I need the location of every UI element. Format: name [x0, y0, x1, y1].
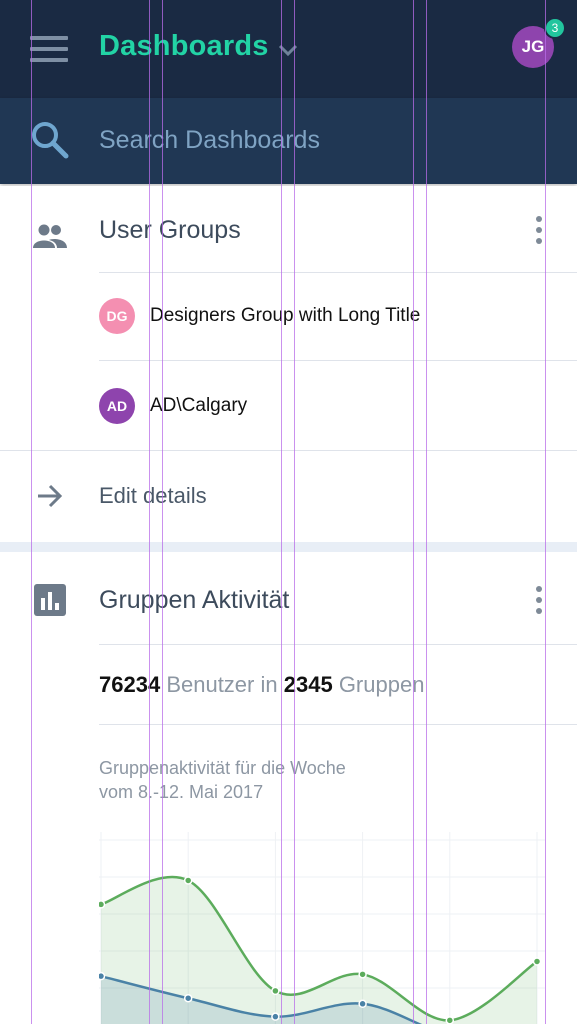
groups-label: Gruppen — [338, 672, 425, 697]
chart-subtitle-line: vom 8.-12. Mai 2017 — [99, 782, 264, 802]
list-item-group[interactable]: DG Designers Group with Long Title — [99, 272, 577, 360]
edit-details-label: Edit details — [99, 483, 207, 508]
chart-data-point — [358, 970, 367, 979]
more-options-icon[interactable] — [527, 214, 551, 248]
chart-data-point — [271, 1012, 280, 1021]
people-icon — [33, 224, 67, 248]
activity-title: Gruppen Aktivität — [99, 586, 290, 614]
chart-data-point — [445, 1016, 455, 1024]
chart-data-point — [96, 971, 106, 981]
chart-data-point — [271, 986, 280, 996]
group-avatar: AD — [99, 388, 135, 424]
chart-data-point — [358, 999, 367, 1009]
groups-count: 2345 — [283, 672, 333, 697]
search-input[interactable] — [99, 122, 539, 158]
search-bar — [0, 98, 577, 184]
page-title[interactable]: Dashboards — [99, 30, 269, 63]
divider — [0, 450, 577, 451]
chart-subtitle: Gruppenaktivität für die Woche vom 8.-12… — [99, 756, 459, 804]
chart-data-point — [96, 900, 106, 909]
users-label: Benutzer in — [166, 672, 278, 697]
divider — [99, 724, 577, 725]
edit-details-link[interactable]: Edit details — [0, 454, 577, 538]
divider — [99, 644, 577, 645]
app-header: Dashboards JG 3 — [0, 0, 577, 98]
list-item-group[interactable]: AD AD\Calgary — [99, 362, 577, 450]
arrow-right-icon — [38, 484, 63, 508]
search-icon[interactable] — [30, 120, 70, 160]
notification-badge: 3 — [544, 17, 566, 39]
activity-chart — [96, 832, 545, 1024]
user-groups-card: User Groups DG Designers Group with Long… — [0, 186, 577, 542]
divider — [99, 360, 577, 361]
group-name: Designers Group with Long Title — [150, 305, 421, 326]
group-activity-card: Gruppen Aktivität 76234 Benutzer in 2345… — [0, 552, 577, 1024]
activity-chart-svg — [96, 832, 545, 1024]
chevron-down-icon[interactable] — [276, 38, 300, 62]
user-groups-title: User Groups — [99, 216, 241, 244]
group-avatar: DG — [99, 298, 135, 334]
group-name: AD\Calgary — [150, 395, 248, 416]
chart-data-point — [183, 993, 193, 1003]
chart-data-point — [183, 876, 193, 885]
bar-chart-icon — [34, 584, 66, 616]
activity-stats: 76234 Benutzer in 2345 Gruppen — [99, 672, 424, 698]
chart-data-point — [532, 957, 542, 966]
chart-subtitle-line: Gruppenaktivität für die Woche — [99, 758, 346, 778]
more-options-icon[interactable] — [527, 584, 551, 618]
section-separator — [0, 542, 577, 552]
users-count: 76234 — [99, 672, 161, 697]
hamburger-menu-icon[interactable] — [30, 36, 70, 62]
